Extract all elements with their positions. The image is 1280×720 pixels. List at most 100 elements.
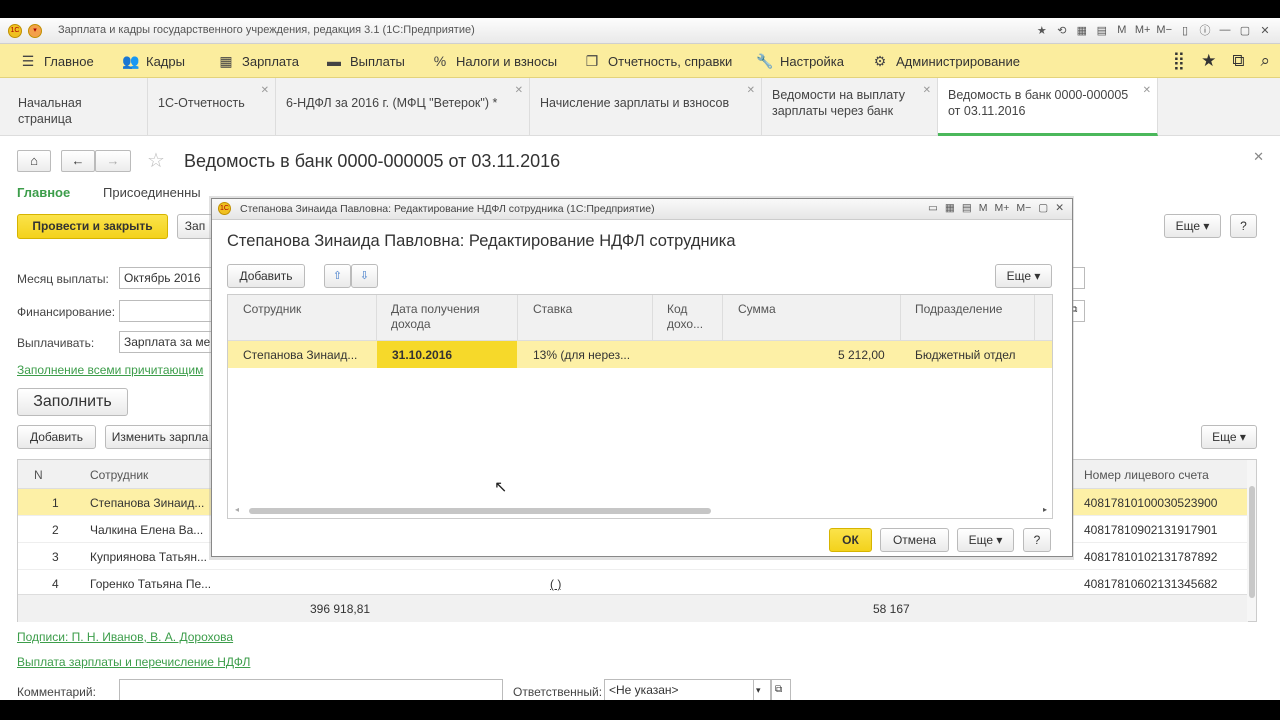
search-icon[interactable]: ⌕ [1260, 51, 1270, 71]
dialog-footer-more-button[interactable]: Еще ▾ [957, 528, 1014, 552]
col-income-code-header[interactable]: Код дохо... [667, 302, 703, 332]
panel-icon[interactable]: ▯ [1178, 24, 1192, 37]
dialog-help-button[interactable]: ? [1023, 528, 1051, 552]
post-and-close-button[interactable]: Провести и закрыть [17, 214, 168, 239]
help-button[interactable]: ? [1230, 214, 1257, 238]
payout-ndfl-link[interactable]: Выплата зарплаты и перечисление НДФЛ [17, 655, 250, 669]
ndfl-link-cell[interactable]: ( ) [550, 577, 561, 591]
memory-mminus-button[interactable]: M− [1016, 202, 1031, 214]
fill-button[interactable]: Заполнить [17, 388, 128, 416]
tab-home[interactable]: Начальная страница [8, 78, 148, 136]
maximize-icon[interactable]: ▢ [1238, 24, 1252, 37]
minimize-icon[interactable]: — [1218, 24, 1232, 36]
tab-payroll-calculation[interactable]: Начисление зарплаты и взносов ✕ [530, 78, 762, 136]
nav-main-link[interactable]: Главное [17, 185, 70, 200]
all-functions-grid-icon[interactable]: ⣿ [1173, 51, 1185, 71]
tab-1c-reporting[interactable]: 1С-Отчетность ✕ [148, 78, 276, 136]
table-vertical-scrollbar[interactable] [1247, 460, 1256, 621]
calendar-icon[interactable]: ▤ [1095, 24, 1109, 37]
calendar-icon[interactable]: ▤ [962, 202, 972, 214]
tab-6-ndfl[interactable]: 6-НДФЛ за 2016 г. (МФЦ "Ветерок") * ✕ [276, 78, 530, 136]
row-employee: Горенко Татьяна Пе... [90, 577, 212, 591]
ndfl-horizontal-scrollbar[interactable]: ◂ ▸ [233, 505, 1049, 515]
move-down-button[interactable]: ⇩ [351, 264, 378, 288]
forward-button[interactable]: → [95, 150, 131, 172]
row-number: 2 [52, 523, 59, 537]
back-button[interactable]: ← [61, 150, 95, 172]
favorite-star-icon[interactable]: ☆ [147, 148, 165, 173]
dialog-more-button[interactable]: Еще ▾ [995, 264, 1052, 288]
close-icon[interactable]: ✕ [1055, 202, 1064, 214]
memory-mplus-button[interactable]: M+ [994, 202, 1009, 214]
dialog-add-button[interactable]: Добавить [227, 264, 305, 288]
financing-field[interactable] [119, 300, 214, 322]
col-employee-header[interactable]: Сотрудник [90, 468, 148, 482]
memory-mminus-button[interactable]: M− [1156, 24, 1172, 36]
tab-bank-statements[interactable]: Ведомости на выплату зарплаты через банк ✕ [762, 78, 938, 136]
menu-item-personnel[interactable]: 👥 Кадры [122, 53, 185, 70]
close-icon[interactable]: ✕ [1258, 24, 1272, 37]
copy-icon[interactable]: ⧉ [1232, 51, 1244, 71]
add-row-button[interactable]: Добавить [17, 425, 96, 449]
fill-all-link[interactable]: Заполнение всеми причитающим [17, 363, 203, 377]
close-tab-icon[interactable]: ✕ [1143, 83, 1151, 99]
pay-field[interactable]: Зарплата за ме [119, 331, 214, 353]
ndfl-row[interactable]: Степанова Зинаид... 31.10.2016 13% (для … [228, 341, 1052, 368]
table-more-button[interactable]: Еще ▾ [1201, 425, 1257, 449]
calculator-icon[interactable]: ▦ [945, 202, 955, 214]
row-date[interactable]: 31.10.2016 [392, 348, 452, 362]
col-date-header[interactable]: Дата получения дохода [391, 302, 480, 332]
col-department-header[interactable]: Подразделение [915, 302, 1002, 317]
responsible-field[interactable]: <Не указан> [604, 679, 754, 700]
close-form-icon[interactable]: ✕ [1253, 149, 1264, 165]
col-rate-header[interactable]: Ставка [533, 302, 572, 317]
memory-m-button[interactable]: M [1115, 24, 1129, 36]
responsible-open-icon[interactable]: ⧉ [771, 679, 791, 700]
scroll-thumb[interactable] [249, 508, 711, 514]
write-button[interactable]: Зап [177, 214, 213, 239]
info-icon[interactable]: ⓘ [1198, 22, 1212, 38]
memory-m-button[interactable]: M [979, 202, 988, 214]
cancel-button[interactable]: Отмена [880, 528, 949, 552]
col-n-header[interactable]: N [34, 468, 43, 482]
table-row[interactable]: 4 Горенко Татьяна Пе... ( ) 408178106021… [18, 570, 1248, 597]
menu-item-settings[interactable]: 🔧 Настройка [756, 53, 844, 70]
cash-icon: ▬ [327, 53, 341, 69]
comment-field[interactable] [119, 679, 503, 700]
calculator-icon[interactable]: ▦ [1075, 24, 1089, 37]
tab-bank-statement-active[interactable]: Ведомость в банк 0000-000005 от 03.11.201… [938, 78, 1158, 136]
change-salary-button[interactable]: Изменить зарпла [105, 425, 215, 449]
favorites-star-icon[interactable]: ★ [1201, 51, 1216, 71]
signatures-link[interactable]: Подписи: П. Н. Иванов, В. А. Дорохова [17, 630, 233, 644]
menu-item-main[interactable]: ☰ Главное [20, 53, 94, 70]
responsible-dropdown-icon[interactable]: ▾ [753, 679, 771, 700]
scroll-left-icon[interactable]: ◂ [235, 505, 239, 514]
scroll-thumb[interactable] [1249, 486, 1255, 598]
history-icon[interactable]: ⟲ [1055, 24, 1069, 37]
month-field[interactable]: Октябрь 2016 [119, 267, 214, 289]
menu-item-salary[interactable]: ▦ Зарплата [218, 53, 299, 70]
menu-dropdown-icon[interactable]: ▾ [28, 24, 42, 38]
col-sum-header[interactable]: Сумма [738, 302, 776, 317]
row-number: 3 [52, 550, 59, 564]
menu-item-taxes[interactable]: % Налоги и взносы [432, 53, 557, 69]
close-tab-icon[interactable]: ✕ [923, 83, 931, 99]
nav-attached-link[interactable]: Присоединенны [103, 185, 201, 200]
home-button[interactable]: ⌂ [17, 150, 51, 172]
menu-item-payments[interactable]: ▬ Выплаты [326, 53, 405, 69]
scroll-right-icon[interactable]: ▸ [1043, 505, 1047, 514]
menu-item-reports[interactable]: ❐ Отчетность, справки [584, 53, 733, 70]
more-button[interactable]: Еще ▾ [1164, 214, 1221, 238]
col-employee-header[interactable]: Сотрудник [243, 302, 301, 317]
menu-item-admin[interactable]: ⚙ Администрирование [872, 53, 1020, 70]
close-tab-icon[interactable]: ✕ [747, 83, 755, 99]
ok-button[interactable]: ОК [829, 528, 872, 552]
close-tab-icon[interactable]: ✕ [261, 83, 269, 99]
memory-mplus-button[interactable]: M+ [1135, 24, 1151, 36]
col-account-header[interactable]: Номер лицевого счета [1084, 468, 1209, 482]
maximize-icon[interactable]: ▢ [1038, 202, 1048, 214]
close-tab-icon[interactable]: ✕ [515, 83, 523, 99]
print-icon[interactable]: ▭ [928, 202, 938, 214]
move-up-button[interactable]: ⇧ [324, 264, 351, 288]
favorites-icon[interactable]: ★ [1035, 24, 1049, 37]
